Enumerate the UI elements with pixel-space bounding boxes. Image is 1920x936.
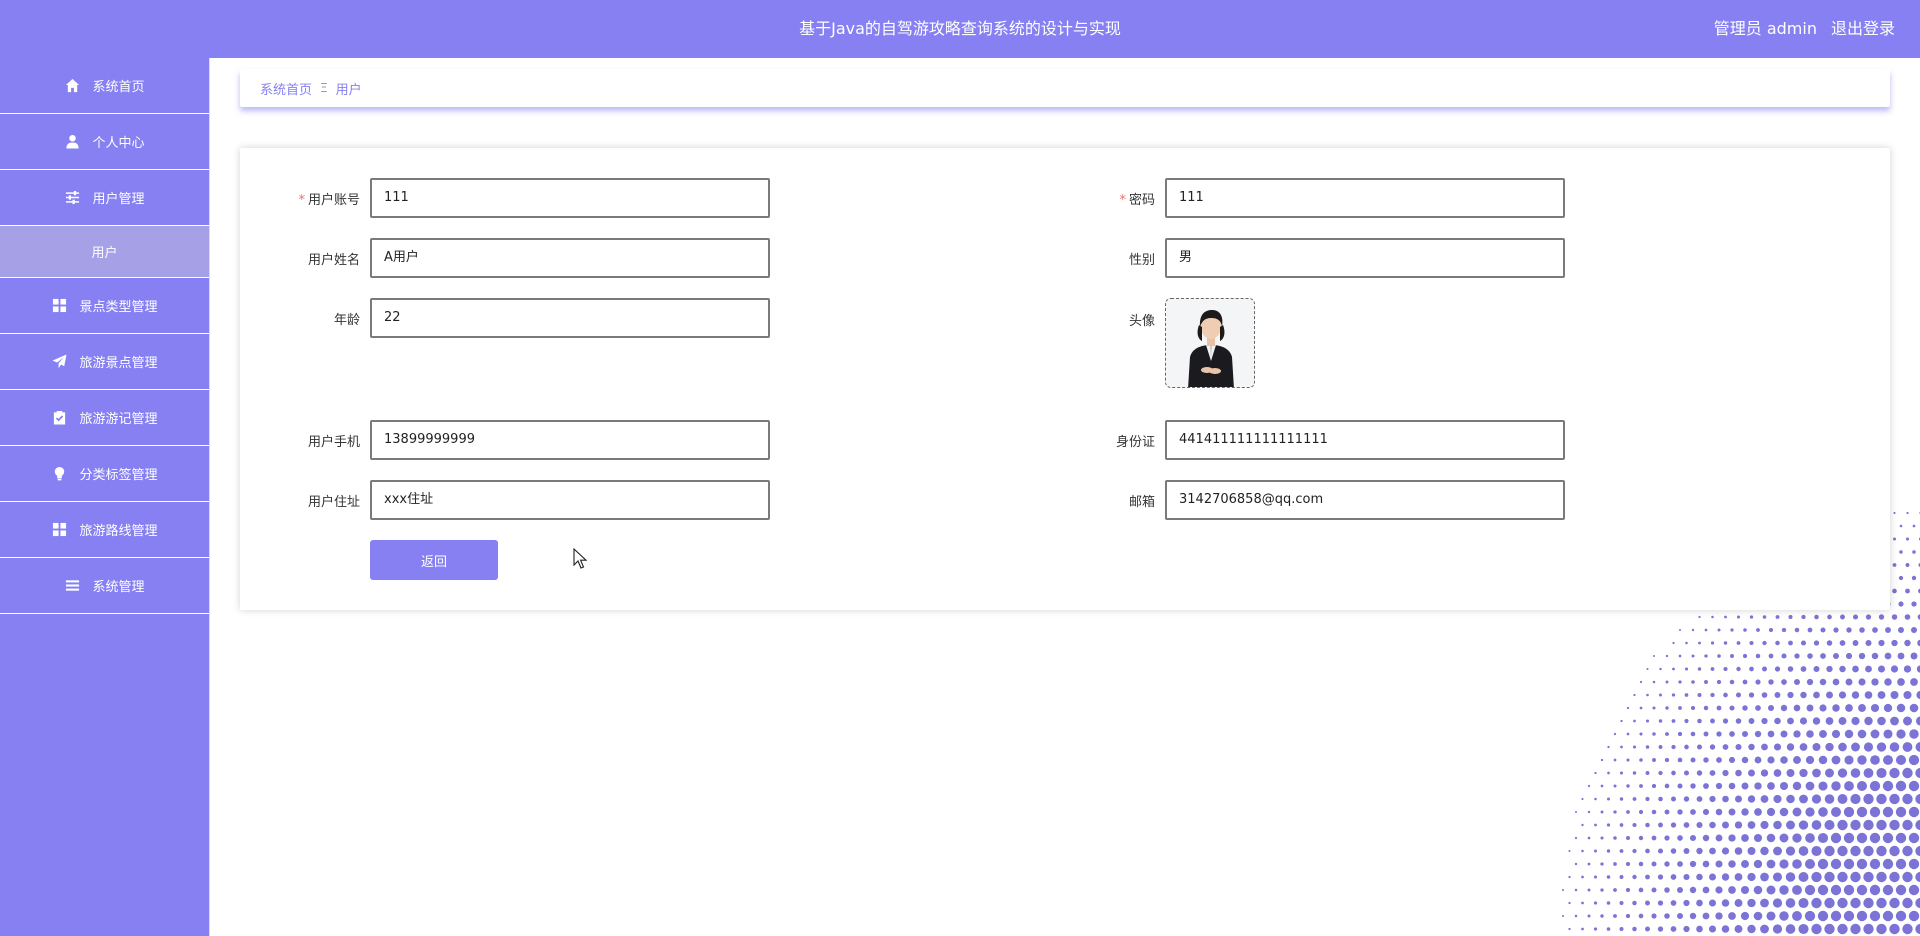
age-field: 年龄 22: [250, 298, 770, 338]
avatar-label: 头像: [1128, 314, 1155, 329]
breadcrumb-home-link[interactable]: 系统首页: [260, 79, 312, 98]
idcard-input[interactable]: 441411111111111111: [1165, 420, 1565, 460]
phone-input[interactable]: 13899999999: [370, 420, 770, 460]
name-field: 用户姓名 A用户: [250, 238, 770, 278]
avatar-person-picture: [1166, 299, 1254, 387]
age-label: 年龄: [333, 312, 360, 328]
breadcrumb-separator: Ξ: [320, 81, 328, 95]
password-field: * 密码 111: [1045, 178, 1565, 218]
account-input[interactable]: 111: [370, 178, 770, 218]
name-input[interactable]: A用户: [370, 238, 770, 278]
gender-input[interactable]: 男: [1165, 238, 1565, 278]
password-label: 密码: [1128, 192, 1155, 208]
menu-icon: [64, 578, 80, 594]
address-input[interactable]: xxx住址: [370, 480, 770, 520]
name-label: 用户姓名: [307, 252, 360, 268]
breadcrumb: 系统首页 Ξ 用户: [240, 69, 1890, 107]
sidebar-item-scenic-type-management[interactable]: 景点类型管理: [0, 278, 209, 334]
avatar-field: 头像: [1045, 298, 1255, 388]
back-button[interactable]: 返回: [370, 540, 498, 580]
gender-field: 性别 男: [1045, 238, 1565, 278]
breadcrumb-current: 用户: [335, 82, 362, 98]
address-field: 用户住址 xxx住址: [250, 480, 770, 520]
sidebar-item-label: 用户管理: [92, 192, 145, 207]
email-input[interactable]: 3142706858@qq.com: [1165, 480, 1565, 520]
phone-label: 用户手机: [307, 434, 360, 450]
address-label: 用户住址: [307, 494, 360, 510]
sidebar-item-label: 系统首页: [92, 80, 145, 95]
sidebar-item-label: 旅游游记管理: [79, 412, 158, 427]
logout-link[interactable]: 退出登录: [1831, 0, 1895, 58]
age-input[interactable]: 22: [370, 298, 770, 338]
password-input[interactable]: 111: [1165, 178, 1565, 218]
sidebar: 系统首页 个人中心 用户管理 用户 景点类型管理 旅游景点管理 旅游游记管理 分…: [0, 58, 210, 936]
sidebar-item-travel-notes-management[interactable]: 旅游游记管理: [0, 390, 209, 446]
app-title: 基于Java的自驾游攻略查询系统的设计与实现: [799, 19, 1121, 38]
sidebar-item-profile[interactable]: 个人中心: [0, 114, 209, 170]
header-user-area: 管理员 admin 退出登录: [1714, 0, 1895, 58]
top-header: 基于Java的自驾游攻略查询系统的设计与实现 管理员 admin 退出登录: [0, 0, 1920, 58]
bulb-icon: [51, 466, 67, 482]
sidebar-item-label: 个人中心: [92, 136, 145, 151]
sliders-icon: [64, 190, 80, 206]
sidebar-item-label: 系统管理: [92, 580, 145, 595]
sidebar-item-scenic-spot-management[interactable]: 旅游景点管理: [0, 334, 209, 390]
sidebar-item-tag-management[interactable]: 分类标签管理: [0, 446, 209, 502]
required-mark: *: [298, 192, 305, 208]
sidebar-subitem-users[interactable]: 用户: [0, 226, 209, 278]
sidebar-item-user-management[interactable]: 用户管理: [0, 170, 209, 226]
home-icon: [64, 78, 80, 94]
account-field: * 用户账号 111: [250, 178, 770, 218]
sidebar-item-label: 旅游景点管理: [79, 356, 158, 371]
mouse-cursor-icon: [573, 548, 587, 569]
grid-icon: [51, 522, 67, 538]
email-label: 邮箱: [1128, 494, 1155, 510]
sidebar-item-system-management[interactable]: 系统管理: [0, 558, 209, 614]
email-field: 邮箱 3142706858@qq.com: [1045, 480, 1565, 520]
sidebar-item-label: 景点类型管理: [79, 300, 158, 315]
current-user-label: 管理员 admin: [1713, 19, 1817, 38]
required-mark: *: [1119, 192, 1126, 208]
user-icon: [64, 134, 80, 150]
grid-icon: [51, 298, 67, 314]
sidebar-item-label: 分类标签管理: [79, 468, 158, 483]
clipboard-icon: [51, 410, 67, 426]
phone-field: 用户手机 13899999999: [250, 420, 770, 460]
avatar-image[interactable]: [1165, 298, 1255, 388]
sidebar-item-home[interactable]: 系统首页: [0, 58, 209, 114]
sidebar-item-label: 旅游路线管理: [79, 524, 158, 539]
user-detail-form: * 用户账号 111 * 密码 111 用户姓名 A用户 性别 男 年龄 22 头像: [240, 148, 1890, 610]
idcard-label: 身份证: [1115, 434, 1155, 450]
idcard-field: 身份证 441411111111111111: [1045, 420, 1565, 460]
sidebar-item-label: 用户: [91, 246, 118, 261]
send-icon: [51, 354, 67, 370]
gender-label: 性别: [1128, 252, 1155, 268]
sidebar-item-route-management[interactable]: 旅游路线管理: [0, 502, 209, 558]
account-label: 用户账号: [307, 192, 360, 208]
